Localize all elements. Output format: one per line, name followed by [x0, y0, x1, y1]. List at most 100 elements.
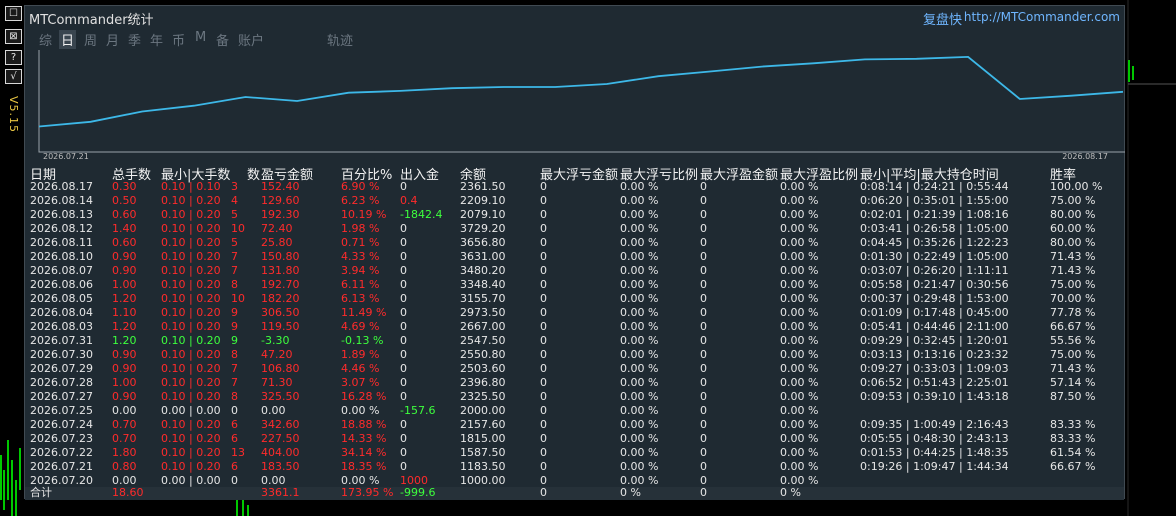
row-profit: 71.30 — [261, 376, 293, 389]
help-icon[interactable]: ? — [5, 50, 22, 65]
row-count: 8 — [231, 390, 238, 403]
row-win-rate: 83.33 % — [1050, 432, 1096, 445]
row-max-float-profit-pct: 0.00 % — [780, 418, 819, 431]
row-date: 2026.08.14 — [30, 194, 93, 207]
row-win-rate: 100.00 % — [1050, 180, 1103, 193]
row-date: 2026.07.31 — [30, 334, 93, 347]
row-total-lots: 0.30 — [112, 180, 137, 193]
table-row: 2026.07.28 1.00 0.10 | 0.20 7 71.30 3.07 % 0 23… — [25, 376, 1124, 390]
row-in-out: 0 — [400, 264, 407, 277]
total-max-float-loss-pct: 0 % — [620, 486, 641, 499]
row-max-float-profit: 0 — [700, 208, 707, 221]
tab-summary[interactable]: 综 — [39, 30, 52, 49]
row-win-rate: 75.00 % — [1050, 194, 1096, 207]
row-in-out: 0 — [400, 306, 407, 319]
row-min-max-lots: 0.10 | 0.20 — [161, 222, 221, 235]
row-balance: 3656.80 — [460, 236, 506, 249]
row-min-max-lots: 0.10 | 0.20 — [161, 446, 221, 459]
row-balance: 3348.40 — [460, 278, 506, 291]
replay-link[interactable]: 复盘快 — [923, 9, 962, 28]
row-percent: 11.49 % — [341, 306, 387, 319]
row-balance: 2209.10 — [460, 194, 506, 207]
row-date: 2026.08.06 — [30, 278, 93, 291]
tab-magic[interactable]: M — [195, 30, 206, 45]
row-win-rate: 75.00 % — [1050, 278, 1096, 291]
row-total-lots: 0.90 — [112, 348, 137, 361]
tab-week[interactable]: 周 — [84, 30, 97, 49]
tab-account[interactable]: 账户 — [238, 30, 264, 49]
row-max-float-loss-pct: 0.00 % — [620, 222, 659, 235]
row-max-float-profit: 0 — [700, 446, 707, 459]
row-hold-time: 0:01:09 | 0:17:48 | 0:45:00 — [860, 306, 1009, 319]
row-date: 2026.07.24 — [30, 418, 93, 431]
tab-currency[interactable]: 币 — [172, 30, 185, 49]
row-percent: 6.11 % — [341, 278, 380, 291]
row-max-float-profit-pct: 0.00 % — [780, 460, 819, 473]
daily-stats-table: 2026.08.17 0.30 0.10 | 0.10 3 152.40 6.90 % 0 2… — [25, 180, 1124, 488]
row-date: 2026.07.29 — [30, 362, 93, 375]
window-icon[interactable]: ☐ — [5, 6, 22, 21]
row-date: 2026.08.04 — [30, 306, 93, 319]
row-profit: 182.20 — [261, 292, 300, 305]
curve-axes — [38, 50, 1125, 153]
row-total-lots: 1.10 — [112, 306, 137, 319]
collapse-icon[interactable]: ⊠ — [5, 29, 22, 44]
row-date: 2026.07.25 — [30, 404, 93, 417]
website-link[interactable]: http://MTCommander.com — [964, 10, 1120, 24]
row-percent: 3.94 % — [341, 264, 380, 277]
row-hold-time: 0:09:27 | 0:33:03 | 1:09:03 — [860, 362, 1009, 375]
row-max-float-loss-pct: 0.00 % — [620, 320, 659, 333]
row-max-float-loss-pct: 0.00 % — [620, 418, 659, 431]
tab-track[interactable]: 轨迹 — [327, 30, 353, 49]
row-date: 2026.08.13 — [30, 208, 93, 221]
row-max-float-profit-pct: 0.00 % — [780, 334, 819, 347]
tab-note[interactable]: 备 — [216, 30, 229, 49]
row-max-float-profit: 0 — [700, 306, 707, 319]
row-max-float-loss: 0 — [540, 404, 547, 417]
row-percent: 0.71 % — [341, 236, 380, 249]
row-count: 8 — [231, 278, 238, 291]
row-max-float-profit: 0 — [700, 334, 707, 347]
row-max-float-loss: 0 — [540, 460, 547, 473]
row-in-out: -1842.4 — [400, 208, 443, 221]
row-max-float-profit-pct: 0.00 % — [780, 180, 819, 193]
row-total-lots: 1.20 — [112, 320, 137, 333]
row-hold-time: 0:06:20 | 0:35:01 | 1:55:00 — [860, 194, 1009, 207]
row-percent: 4.69 % — [341, 320, 380, 333]
row-percent: 3.07 % — [341, 376, 380, 389]
row-max-float-loss: 0 — [540, 222, 547, 235]
row-max-float-profit: 0 — [700, 362, 707, 375]
row-count: 7 — [231, 264, 238, 277]
row-in-out: -157.6 — [400, 404, 436, 417]
total-row: 合计 18.60 3361.1 173.95 % -999.6 0 0 % 0 … — [25, 486, 1124, 500]
total-in-out: -999.6 — [400, 486, 436, 499]
row-count: 0 — [231, 474, 238, 487]
check-icon[interactable]: √ — [5, 69, 22, 84]
table-row: 2026.07.24 0.70 0.10 | 0.20 6 342.60 18.88 % 0… — [25, 418, 1124, 432]
row-balance: 2503.60 — [460, 362, 506, 375]
row-in-out: 0 — [400, 222, 407, 235]
row-count: 9 — [231, 334, 238, 347]
row-hold-time: 0:03:07 | 0:26:20 | 1:11:11 — [860, 264, 1009, 277]
row-count: 6 — [231, 460, 238, 473]
row-date: 2026.07.22 — [30, 446, 93, 459]
tab-day[interactable]: 日 — [59, 30, 77, 49]
row-date: 2026.08.12 — [30, 222, 93, 235]
row-min-max-lots: 0.10 | 0.10 — [161, 180, 221, 193]
row-count: 10 — [231, 222, 245, 235]
row-max-float-profit: 0 — [700, 278, 707, 291]
row-min-max-lots: 0.10 | 0.20 — [161, 376, 221, 389]
row-count: 7 — [231, 376, 238, 389]
tab-quarter[interactable]: 季 — [128, 30, 141, 49]
row-profit: 227.50 — [261, 432, 300, 445]
table-row: 2026.07.22 1.80 0.10 | 0.20 13 404.00 34.14 %… — [25, 446, 1124, 460]
row-date: 2026.08.17 — [30, 180, 93, 193]
row-date: 2026.07.28 — [30, 376, 93, 389]
row-max-float-loss: 0 — [540, 376, 547, 389]
tab-year[interactable]: 年 — [150, 30, 163, 49]
table-row: 2026.08.17 0.30 0.10 | 0.10 3 152.40 6.90 % 0 2… — [25, 180, 1124, 194]
row-max-float-profit-pct: 0.00 % — [780, 264, 819, 277]
row-max-float-loss: 0 — [540, 180, 547, 193]
table-row: 2026.08.11 0.60 0.10 | 0.20 5 25.80 0.71 % 0 36… — [25, 236, 1124, 250]
tab-month[interactable]: 月 — [106, 30, 119, 49]
